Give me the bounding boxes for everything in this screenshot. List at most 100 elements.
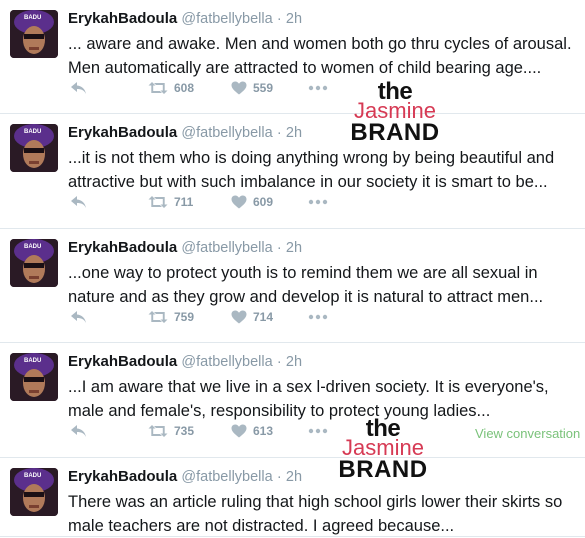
tweet-text-line: nature and as they grow and develop it i… (68, 288, 544, 306)
tweet-text-line: ... aware and awake. Men and women both … (68, 35, 572, 53)
author-handle[interactable]: @fatbellybella (181, 354, 272, 370)
author-name[interactable]: ErykahBadoula (68, 10, 177, 27)
retweet-icon (148, 196, 168, 208)
separator-dot: · (276, 354, 282, 370)
tweet-actions: 759 714 (68, 307, 568, 327)
like-count: 714 (253, 310, 274, 324)
tweet-header: ErykahBadoula @fatbellybella · 2h (68, 353, 302, 370)
reply-button[interactable] (70, 307, 88, 327)
heart-icon (231, 81, 247, 95)
tweet-text-line: ...one way to protect youth is to remind… (68, 264, 538, 282)
separator-dot: · (276, 11, 282, 27)
tweet-text: There was an article ruling that high sc… (68, 490, 573, 538)
timestamp[interactable]: 2h (286, 11, 302, 27)
retweet-button[interactable]: 759 (148, 307, 194, 327)
watermark-logo: the Jasmine BRAND (340, 80, 450, 145)
author-name[interactable]: ErykahBadoula (68, 468, 177, 485)
tweet-text-line: male teachers are not distracted. I agre… (68, 517, 455, 535)
tweet-text: ...one way to protect youth is to remind… (68, 261, 573, 309)
tweet-header: ErykahBadoula @fatbellybella · 2h (68, 468, 302, 485)
svg-text:BADU: BADU (24, 244, 41, 250)
like-button[interactable]: 609 (231, 192, 273, 212)
like-count: 609 (253, 195, 274, 209)
more-icon (308, 85, 328, 91)
more-button[interactable] (308, 307, 328, 327)
tweet-actions: 711 609 (68, 192, 568, 212)
retweet-icon (148, 425, 168, 437)
reply-icon (71, 82, 86, 94)
watermark-logo: the Jasmine BRAND (328, 417, 438, 482)
author-handle[interactable]: @fatbellybella (181, 11, 272, 27)
author-name[interactable]: ErykahBadoula (68, 353, 177, 370)
tweet-text-line: There was an article ruling that high sc… (68, 493, 563, 511)
tweet[interactable]: BADU ErykahBadoula @fatbellybella · 2h .… (0, 229, 585, 343)
avatar[interactable]: BADU (10, 353, 58, 401)
more-icon (308, 199, 328, 205)
author-handle[interactable]: @fatbellybella (181, 469, 272, 485)
tweet-text-line: attractive but with such imbalance in ou… (68, 173, 548, 191)
like-button[interactable]: 714 (231, 307, 273, 327)
reply-button[interactable] (70, 421, 88, 441)
separator-dot: · (276, 125, 282, 141)
svg-text:BADU: BADU (24, 15, 41, 21)
avatar[interactable]: BADU (10, 239, 58, 287)
svg-text:BADU: BADU (24, 129, 41, 135)
avatar[interactable]: BADU (10, 10, 58, 58)
separator-dot: · (276, 469, 282, 485)
reply-icon (71, 425, 86, 437)
tweet-text: ...I am aware that we live in a sex l-dr… (68, 375, 573, 423)
tweet-header: ErykahBadoula @fatbellybella · 2h (68, 124, 302, 141)
retweet-count: 711 (174, 195, 194, 209)
reply-button[interactable] (70, 78, 88, 98)
retweet-count: 608 (174, 81, 195, 95)
author-handle[interactable]: @fatbellybella (181, 125, 272, 141)
tweet-text-line: male and female's, responsibility to pro… (68, 402, 491, 420)
tweet-text-line: ...I am aware that we live in a sex l-dr… (68, 378, 549, 396)
tweet-actions: 608 559 (68, 78, 568, 98)
tweet-header: ErykahBadoula @fatbellybella · 2h (68, 239, 302, 256)
retweet-count: 759 (174, 310, 195, 324)
svg-text:BADU: BADU (24, 473, 41, 479)
heart-icon (231, 195, 247, 209)
reply-icon (71, 311, 86, 323)
timestamp[interactable]: 2h (286, 354, 302, 370)
more-button[interactable] (308, 78, 328, 98)
like-button[interactable]: 613 (231, 421, 273, 441)
retweet-icon (148, 82, 168, 94)
tweet-text: ...it is not them who is doing anything … (68, 146, 573, 194)
tweet-text-line: ...it is not them who is doing anything … (68, 149, 555, 167)
tweet-header: ErykahBadoula @fatbellybella · 2h (68, 10, 302, 27)
author-handle[interactable]: @fatbellybella (181, 240, 272, 256)
avatar[interactable]: BADU (10, 124, 58, 172)
tweet-text: ... aware and awake. Men and women both … (68, 32, 573, 80)
reply-button[interactable] (70, 192, 88, 212)
author-name[interactable]: ErykahBadoula (68, 124, 177, 141)
heart-icon (231, 424, 247, 438)
avatar[interactable]: BADU (10, 468, 58, 516)
more-button[interactable] (308, 421, 328, 441)
more-icon (308, 314, 328, 320)
timestamp[interactable]: 2h (286, 125, 302, 141)
svg-text:BADU: BADU (24, 358, 41, 364)
tweet[interactable]: BADU ErykahBadoula @fatbellybella · 2h .… (0, 114, 585, 229)
timestamp[interactable]: 2h (286, 240, 302, 256)
tweet[interactable]: BADU ErykahBadoula @fatbellybella · 2h T… (0, 458, 585, 537)
retweet-button[interactable]: 608 (148, 78, 194, 98)
more-button[interactable] (308, 192, 328, 212)
reply-icon (71, 196, 86, 208)
timestamp[interactable]: 2h (286, 469, 302, 485)
view-conversation-link[interactable]: View conversation (475, 426, 580, 441)
more-icon (308, 428, 328, 434)
heart-icon (231, 310, 247, 324)
tweet[interactable]: BADU ErykahBadoula @fatbellybella · 2h .… (0, 0, 585, 114)
watermark-brand: BRAND (350, 119, 440, 146)
watermark-brand: BRAND (338, 456, 428, 483)
author-name[interactable]: ErykahBadoula (68, 239, 177, 256)
retweet-button[interactable]: 711 (148, 192, 193, 212)
tweet-feed: BADU ErykahBadoula @fatbellybella · 2h .… (0, 0, 585, 537)
like-button[interactable]: 559 (231, 78, 273, 98)
retweet-button[interactable]: 735 (148, 421, 194, 441)
separator-dot: · (276, 240, 282, 256)
tweet-text-line: Men automatically are attracted to women… (68, 59, 542, 77)
like-count: 559 (253, 81, 274, 95)
